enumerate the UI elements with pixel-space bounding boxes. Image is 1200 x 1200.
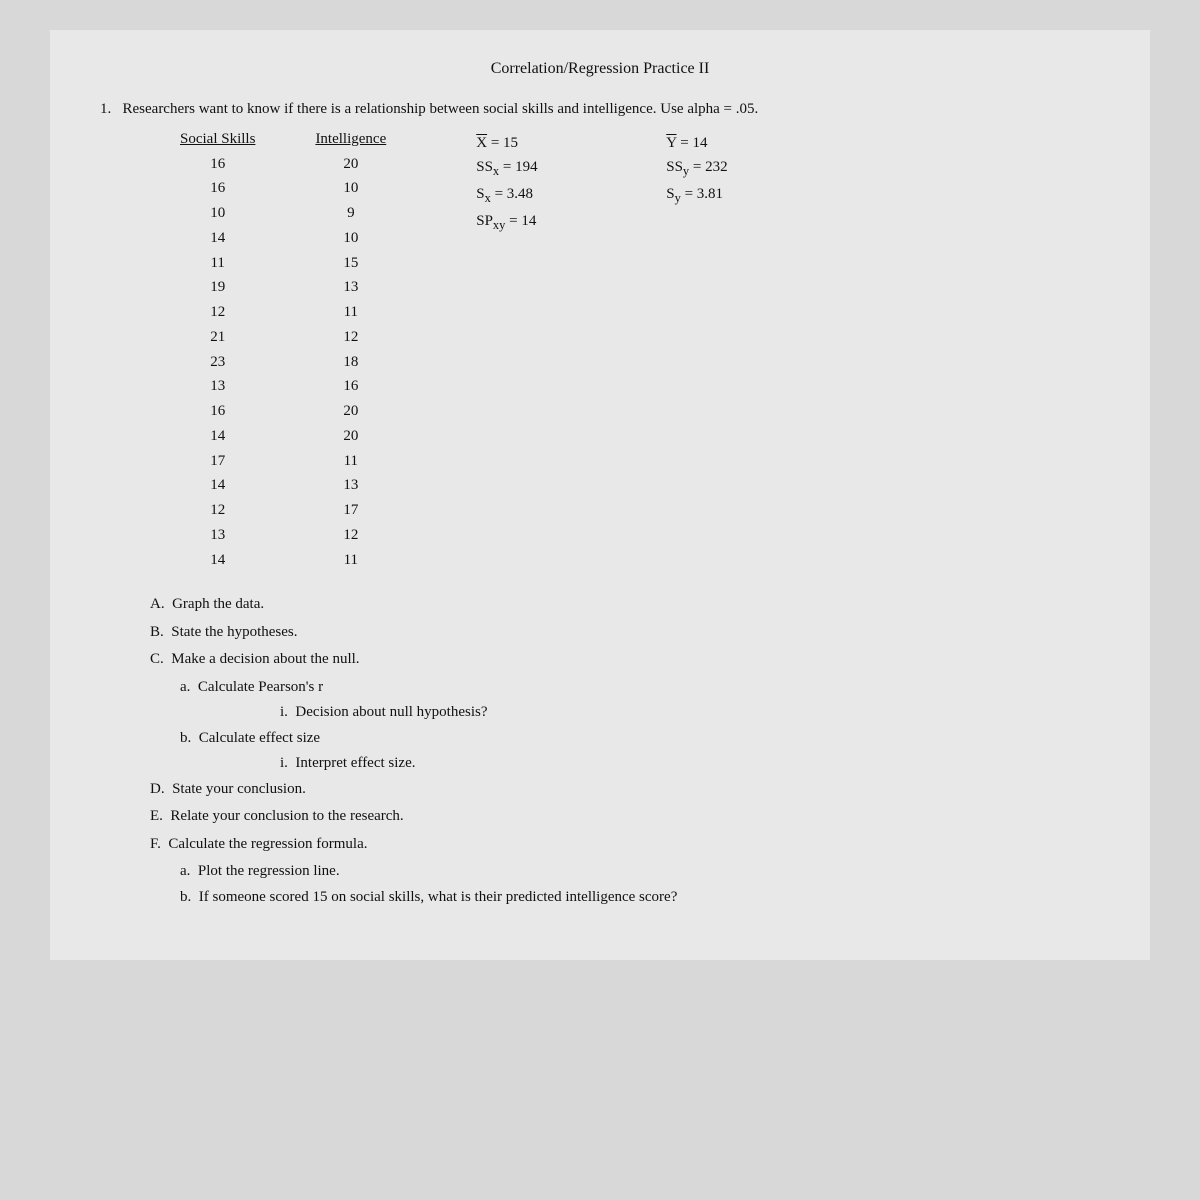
stat-ssy: SSy = 232 <box>666 155 796 182</box>
list-item: 12 <box>315 523 386 548</box>
list-item: 20 <box>315 152 386 177</box>
stat-sy: Sy = 3.81 <box>666 182 796 209</box>
list-item: 13 <box>180 374 255 399</box>
list-item: 11 <box>315 449 386 474</box>
data-section: Social Skills 16 16 10 14 11 19 12 21 23… <box>180 131 1100 573</box>
list-item: 14 <box>180 226 255 251</box>
question-intro: 1. Researchers want to know if there is … <box>100 98 1100 121</box>
list-item: 16 <box>180 176 255 201</box>
list-item: 13 <box>315 275 386 300</box>
social-skills-header: Social Skills <box>180 131 255 148</box>
list-item: 23 <box>180 350 255 375</box>
list-item: 20 <box>315 399 386 424</box>
list-item: 10 <box>180 201 255 226</box>
stats-section: X = 15 Y = 14 SSx = 194 SSy = 232 Sx = 3… <box>476 131 796 573</box>
task-f: F. Calculate the regression formula. <box>150 832 1100 858</box>
question-number: 1. <box>100 101 111 117</box>
stats-row-4: SPxy = 14 <box>476 209 796 236</box>
task-f-b: b. If someone scored 15 on social skills… <box>180 885 1100 911</box>
stat-sx: Sx = 3.48 <box>476 182 606 209</box>
list-item: 13 <box>180 523 255 548</box>
data-columns: Social Skills 16 16 10 14 11 19 12 21 23… <box>180 131 386 573</box>
question-text: Researchers want to know if there is a r… <box>123 101 759 117</box>
task-e: E. Relate your conclusion to the researc… <box>150 804 1100 830</box>
list-item: 16 <box>180 152 255 177</box>
stats-row-1: X = 15 Y = 14 <box>476 131 796 156</box>
list-item: 15 <box>315 251 386 276</box>
intelligence-column: Intelligence 20 10 9 10 15 13 11 12 18 1… <box>315 131 386 573</box>
stat-ssx: SSx = 194 <box>476 155 606 182</box>
list-item: 20 <box>315 424 386 449</box>
task-c-b: b. Calculate effect size <box>180 726 1100 752</box>
list-item: 11 <box>315 300 386 325</box>
list-item: 9 <box>315 201 386 226</box>
page-title: Correlation/Regression Practice II <box>100 60 1100 78</box>
list-item: 14 <box>180 424 255 449</box>
stats-row-2: SSx = 194 SSy = 232 <box>476 155 796 182</box>
task-c-a-i: i. Decision about null hypothesis? <box>280 700 1100 726</box>
list-item: 10 <box>315 226 386 251</box>
list-item: 17 <box>315 498 386 523</box>
question-block: 1. Researchers want to know if there is … <box>100 98 1100 910</box>
intelligence-header: Intelligence <box>315 131 386 148</box>
list-item: 13 <box>315 473 386 498</box>
page: Correlation/Regression Practice II 1. Re… <box>50 30 1150 960</box>
task-c-b-i: i. Interpret effect size. <box>280 751 1100 777</box>
tasks-section: A. Graph the data. B. State the hypothes… <box>150 592 1100 910</box>
list-item: 16 <box>180 399 255 424</box>
social-skills-column: Social Skills 16 16 10 14 11 19 12 21 23… <box>180 131 255 573</box>
list-item: 17 <box>180 449 255 474</box>
social-skills-values: 16 16 10 14 11 19 12 21 23 13 16 14 17 1… <box>180 152 255 573</box>
list-item: 14 <box>180 548 255 573</box>
stat-spxy: SPxy = 14 <box>476 209 606 236</box>
task-f-a: a. Plot the regression line. <box>180 859 1100 885</box>
list-item: 12 <box>315 325 386 350</box>
list-item: 12 <box>180 300 255 325</box>
task-d: D. State your conclusion. <box>150 777 1100 803</box>
list-item: 10 <box>315 176 386 201</box>
task-c: C. Make a decision about the null. <box>150 647 1100 673</box>
task-b: B. State the hypotheses. <box>150 620 1100 646</box>
stat-xbar: X = 15 <box>476 131 606 156</box>
list-item: 21 <box>180 325 255 350</box>
list-item: 12 <box>180 498 255 523</box>
list-item: 18 <box>315 350 386 375</box>
stat-ybar: Y = 14 <box>666 131 796 156</box>
list-item: 19 <box>180 275 255 300</box>
task-c-a: a. Calculate Pearson's r <box>180 675 1100 701</box>
intelligence-values: 20 10 9 10 15 13 11 12 18 16 20 20 11 13 <box>315 152 386 573</box>
list-item: 11 <box>180 251 255 276</box>
list-item: 14 <box>180 473 255 498</box>
list-item: 11 <box>315 548 386 573</box>
task-a: A. Graph the data. <box>150 592 1100 618</box>
stats-row-3: Sx = 3.48 Sy = 3.81 <box>476 182 796 209</box>
list-item: 16 <box>315 374 386 399</box>
